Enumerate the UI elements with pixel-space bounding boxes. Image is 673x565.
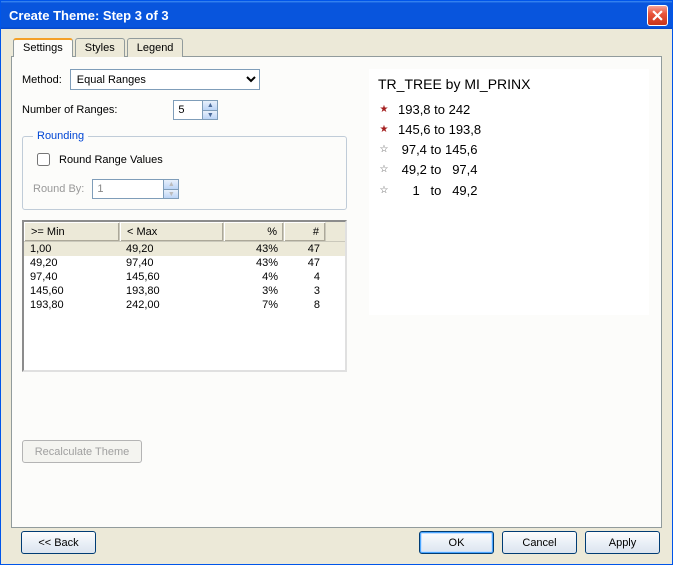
rounding-legend: Rounding	[33, 130, 88, 142]
client-area: Settings Styles Legend Method: Equal Ran…	[1, 29, 672, 564]
spin-down-icon: ▼	[163, 189, 178, 198]
spin-up-icon[interactable]: ▲	[202, 101, 217, 110]
roundby-input	[93, 180, 163, 198]
tab-styles[interactable]: Styles	[75, 38, 125, 57]
spin-up-icon: ▲	[163, 180, 178, 189]
button-bar: << Back OK Cancel Apply	[13, 531, 660, 554]
method-row: Method: Equal Ranges	[22, 69, 347, 90]
preview-pane: TR_TREE by MI_PRINX ★ 193,8 to 242 ★ 145…	[357, 57, 661, 527]
recalculate-button: Recalculate Theme	[22, 440, 142, 463]
table-row[interactable]: 1,00 49,20 43% 47	[24, 242, 345, 256]
spin-down-icon[interactable]: ▼	[202, 110, 217, 119]
col-min[interactable]: >= Min	[24, 222, 120, 241]
ok-button[interactable]: OK	[419, 531, 494, 554]
apply-button[interactable]: Apply	[585, 531, 660, 554]
tab-strip: Settings Styles Legend	[13, 37, 662, 56]
legend-text: 1 to 49,2	[398, 181, 478, 201]
numranges-row: Number of Ranges: ▲ ▼	[22, 100, 347, 120]
star-icon: ☆	[378, 165, 390, 175]
round-values-label: Round Range Values	[59, 154, 163, 166]
round-values-checkbox[interactable]	[37, 153, 50, 166]
legend-row: ☆ 1 to 49,2	[378, 181, 640, 201]
star-icon: ★	[378, 125, 390, 135]
roundby-label: Round By:	[33, 183, 84, 195]
legend-text: 97,4 to 145,6	[398, 140, 478, 160]
tab-settings[interactable]: Settings	[13, 38, 73, 57]
numranges-input[interactable]	[174, 101, 202, 119]
star-icon: ☆	[378, 186, 390, 196]
tab-panel: Method: Equal Ranges Number of Ranges: ▲…	[11, 56, 662, 528]
table-row[interactable]: 145,60 193,80 3% 3	[24, 284, 345, 298]
star-icon: ☆	[378, 145, 390, 155]
table-header: >= Min < Max % #	[24, 222, 345, 242]
roundby-row: Round By: ▲ ▼	[33, 179, 336, 199]
method-select[interactable]: Equal Ranges	[70, 69, 260, 90]
ranges-table[interactable]: >= Min < Max % # 1,00 49,20 43% 47 49,20…	[22, 220, 347, 372]
legend-text: 145,6 to 193,8	[398, 120, 481, 140]
col-max[interactable]: < Max	[120, 222, 224, 241]
settings-pane: Method: Equal Ranges Number of Ranges: ▲…	[12, 57, 357, 527]
method-label: Method:	[22, 74, 62, 86]
round-checkbox-row: Round Range Values	[33, 150, 336, 169]
table-row[interactable]: 193,80 242,00 7% 8	[24, 298, 345, 312]
legend-row: ☆ 97,4 to 145,6	[378, 140, 640, 160]
cancel-button[interactable]: Cancel	[502, 531, 577, 554]
window-title: Create Theme: Step 3 of 3	[9, 8, 647, 23]
legend-row: ☆ 49,2 to 97,4	[378, 160, 640, 180]
legend-row: ★ 145,6 to 193,8	[378, 120, 640, 140]
star-icon: ★	[378, 105, 390, 115]
tab-legend[interactable]: Legend	[127, 38, 184, 57]
back-button[interactable]: << Back	[21, 531, 96, 554]
legend-row: ★ 193,8 to 242	[378, 100, 640, 120]
col-cnt[interactable]: #	[284, 222, 326, 241]
table-row[interactable]: 97,40 145,60 4% 4	[24, 270, 345, 284]
legend-text: 49,2 to 97,4	[398, 160, 478, 180]
numranges-spinner[interactable]: ▲ ▼	[173, 100, 218, 120]
numranges-label: Number of Ranges:	[22, 104, 117, 116]
rounding-group: Rounding Round Range Values Round By: ▲ …	[22, 130, 347, 210]
titlebar: Create Theme: Step 3 of 3	[1, 1, 672, 29]
preview-title: TR_TREE by MI_PRINX	[378, 76, 640, 92]
col-pct[interactable]: %	[224, 222, 284, 241]
roundby-spinner: ▲ ▼	[92, 179, 179, 199]
table-row[interactable]: 49,20 97,40 43% 47	[24, 256, 345, 270]
dialog-window: Create Theme: Step 3 of 3 Settings Style…	[0, 0, 673, 565]
legend-text: 193,8 to 242	[398, 100, 470, 120]
close-icon[interactable]	[647, 5, 668, 26]
legend-preview: TR_TREE by MI_PRINX ★ 193,8 to 242 ★ 145…	[369, 69, 649, 315]
